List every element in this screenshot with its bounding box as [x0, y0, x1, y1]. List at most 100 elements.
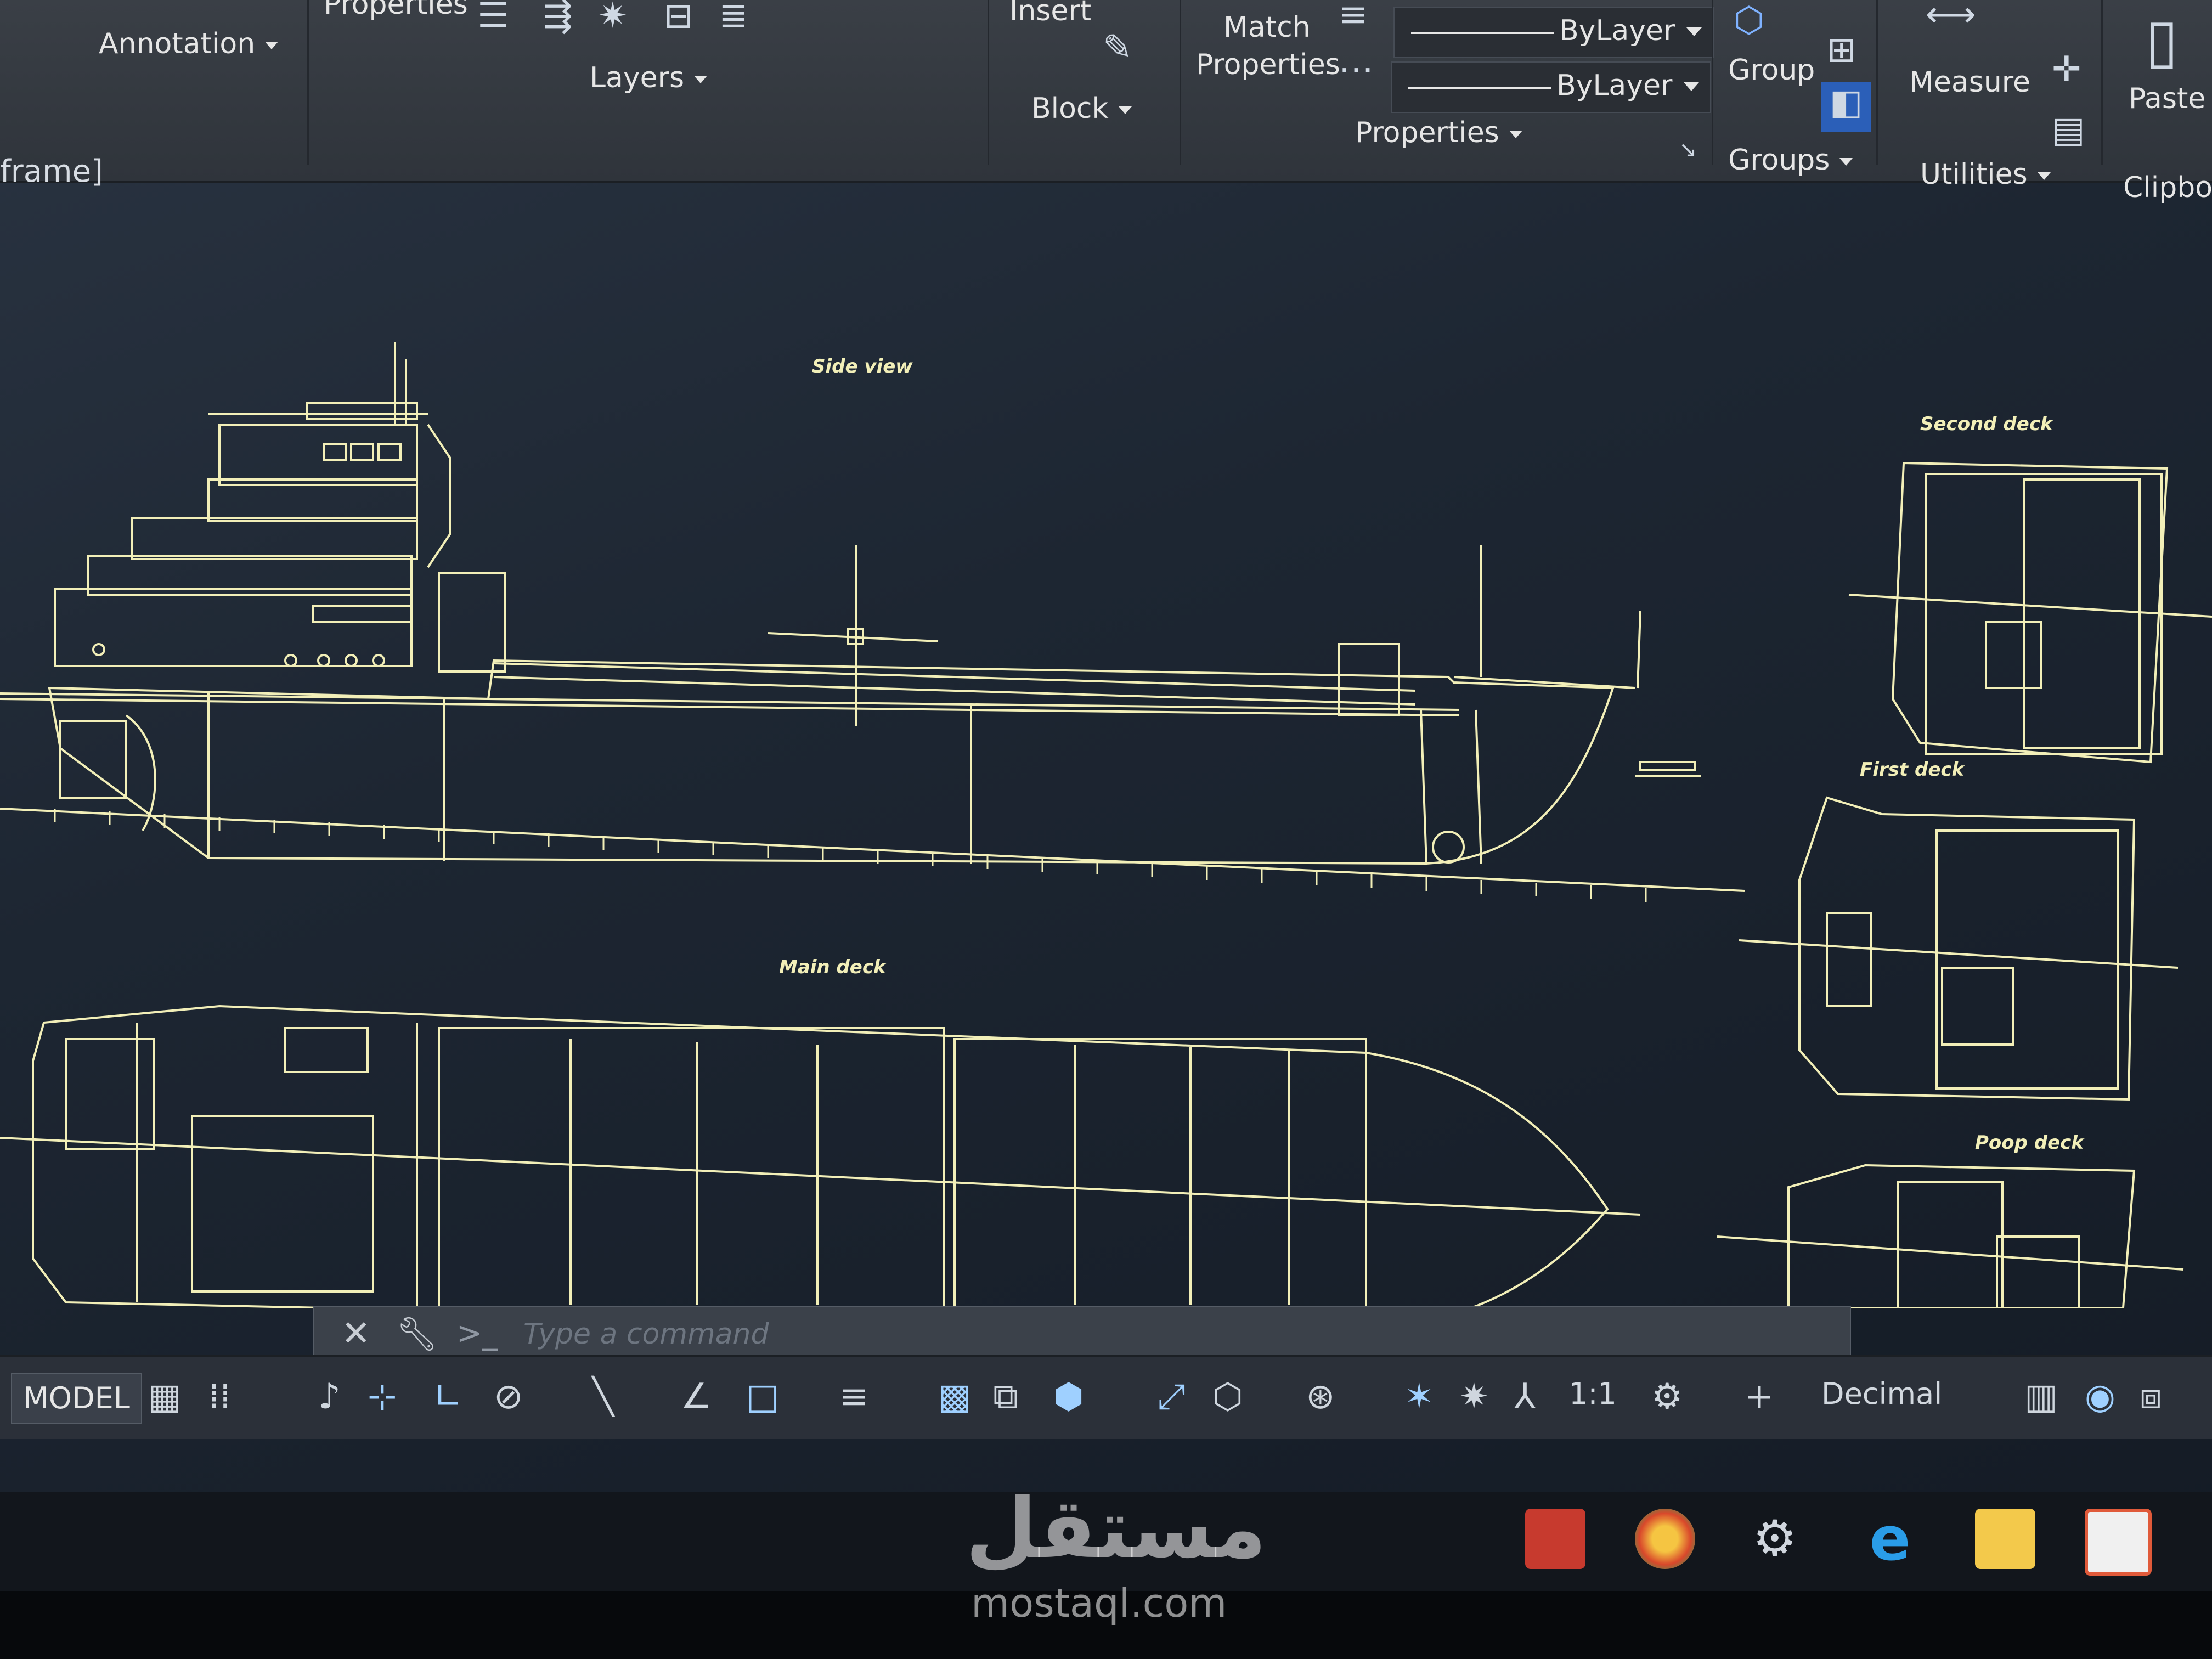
object-snap-tracking-icon[interactable]: ∠ [680, 1376, 712, 1417]
dynamic-input-icon[interactable]: ⊹ [368, 1376, 397, 1417]
layers-label: Layers [590, 61, 685, 94]
chevron-down-icon [1839, 158, 1853, 166]
dynamic-ucs-icon[interactable]: ⤢ [1158, 1376, 1186, 1417]
layer-properties-button[interactable]: Properties [324, 0, 468, 21]
linetype-preview [1411, 32, 1554, 34]
panel-divider [988, 0, 989, 165]
properties-label: Properties [1355, 116, 1499, 149]
annotation-visibility-icon[interactable]: ✶ [1404, 1376, 1434, 1417]
block-edit-icon[interactable]: ✎ [1103, 27, 1132, 68]
paste-button[interactable]: Paste [2129, 82, 2205, 115]
group-edit-icon[interactable]: ⊞ [1827, 30, 1857, 70]
selection-cycling-icon[interactable]: ⧉ [993, 1376, 1018, 1417]
auto-scale-icon[interactable]: ✷ [1459, 1376, 1489, 1417]
poop-deck-drawing [1717, 1164, 2184, 1308]
drawing-canvas[interactable]: Side view Second deck First deck Main de… [0, 183, 2212, 1308]
gear-icon[interactable]: ⚙ [1651, 1376, 1683, 1417]
point-id-icon[interactable]: ✛ [2052, 49, 2081, 90]
lineweight-value: ByLayer [1556, 69, 1673, 102]
side-view-drawing [0, 342, 1745, 892]
file-explorer-icon[interactable] [1975, 1509, 2035, 1569]
main-deck-title: Main deck [779, 956, 887, 978]
watermark-arabic: مستقل [966, 1481, 1267, 1577]
wrench-icon[interactable]: 🔧︎ [396, 1314, 438, 1353]
polar-tracking-icon[interactable]: ⊘ [494, 1376, 523, 1417]
measure-icon[interactable]: ⟷ [1926, 0, 1976, 35]
units-dropdown[interactable]: Decimal [1821, 1376, 1942, 1411]
autocad-window: Annotation Properties ☰ ⇶ ✷ ⊟ ≣ Layers I… [0, 0, 2212, 1591]
measure-button[interactable]: Measure [1909, 66, 2030, 99]
edge-browser-icon[interactable]: e [1860, 1509, 1920, 1569]
watermark-url: mostaql.com [971, 1580, 1227, 1626]
annotation-label: Annotation [99, 27, 256, 60]
groups-panel-title[interactable]: Groups [1728, 144, 1853, 177]
group-select-icon[interactable]: ◧ [1821, 82, 1871, 132]
paste-icon[interactable]: ▯ [2145, 5, 2179, 76]
insert-button[interactable]: Insert [1009, 0, 1091, 27]
annotation-panel-title[interactable]: Annotation [99, 27, 279, 60]
3d-osnap-icon[interactable]: ⬢ [1053, 1376, 1084, 1417]
ribbon: Annotation Properties ☰ ⇶ ✷ ⊟ ≣ Layers I… [0, 0, 2212, 204]
match-properties-line2[interactable]: Properties [1196, 48, 1340, 81]
layers-panel-title[interactable]: Layers [590, 61, 708, 94]
second-deck-title: Second deck [1920, 413, 2054, 435]
quick-properties-icon[interactable]: ▥ [2024, 1376, 2057, 1417]
close-icon[interactable]: ✕ [341, 1313, 371, 1354]
isolate-objects-icon[interactable]: ◉ [2085, 1376, 2115, 1417]
app-quick-icon[interactable] [2085, 1509, 2152, 1576]
command-line: ✕ 🔧︎ >_ [313, 1306, 1851, 1363]
group-icon[interactable]: ⬡ [1734, 0, 1764, 41]
linetype-dropdown[interactable]: ByLayer [1393, 7, 1714, 58]
command-prompt-icon[interactable]: >_ [456, 1316, 498, 1351]
selection-filter-icon[interactable]: ⬡ [1212, 1376, 1243, 1417]
infer-constraints-icon[interactable]: ♪ [318, 1376, 341, 1417]
autocad-app-icon[interactable] [1525, 1509, 1585, 1569]
snap-icon[interactable]: ⁞⁞ [208, 1376, 231, 1417]
groups-label: Groups [1728, 144, 1830, 177]
insert-label: Insert [1009, 0, 1092, 27]
panel-divider [2101, 0, 2103, 165]
add-icon[interactable]: + [1745, 1376, 1774, 1417]
panel-divider [1876, 0, 1878, 165]
transparency-icon[interactable]: ▩ [938, 1376, 971, 1417]
first-deck-title: First deck [1860, 759, 1966, 781]
layer-match-icon[interactable]: ⇶ [543, 0, 573, 36]
layer-lock-icon[interactable]: ⊟ [664, 0, 693, 36]
lineweight-icon[interactable]: ≡ [1339, 0, 1368, 35]
layer-state-icon[interactable]: ☰ [477, 0, 509, 36]
panel-launcher-icon[interactable]: ↘ [1679, 137, 1697, 162]
second-deck-drawing [1848, 461, 2212, 764]
isodraft-icon[interactable]: ╲ [592, 1376, 614, 1417]
side-view-title: Side view [812, 356, 913, 377]
ortho-icon[interactable]: ∟ [433, 1376, 463, 1417]
chevron-down-icon [1118, 106, 1132, 114]
lineweight-dropdown[interactable]: ByLayer [1391, 61, 1711, 113]
lineweight-toggle-icon[interactable]: ≡ [839, 1376, 869, 1417]
gizmo-icon[interactable]: ⊛ [1306, 1376, 1335, 1417]
command-input[interactable] [522, 1316, 1786, 1353]
match-properties-line1[interactable]: Match [1223, 11, 1311, 44]
quick-calc-icon[interactable]: ▤ [2052, 110, 2085, 150]
grid-icon[interactable]: ▦ [148, 1376, 181, 1417]
panel-divider [1180, 0, 1181, 165]
settings-gear-icon[interactable]: ⚙ [1745, 1509, 1805, 1569]
panel-divider [1712, 0, 1713, 165]
model-space-button[interactable]: MODEL [11, 1373, 142, 1424]
chevron-down-icon [1686, 27, 1702, 36]
layer-freeze-icon[interactable]: ✷ [598, 0, 628, 36]
annotation-scale-value[interactable]: 1:1 [1569, 1376, 1617, 1411]
object-snap-icon[interactable]: □ [746, 1376, 779, 1417]
layer-properties-label: Properties [324, 0, 468, 21]
chrome-app-icon[interactable] [1635, 1509, 1695, 1569]
linetype-icon[interactable]: ⋯ [1339, 49, 1374, 90]
hardware-acceleration-icon[interactable]: ⧈ [2140, 1376, 2162, 1417]
lineweight-preview [1408, 87, 1551, 89]
layer-stack-icon[interactable]: ≣ [719, 0, 748, 36]
group-button[interactable]: Group [1728, 54, 1815, 87]
block-panel-title[interactable]: Block [1031, 92, 1132, 125]
properties-panel-title[interactable]: Properties [1355, 116, 1522, 149]
panel-divider [307, 0, 309, 165]
poop-deck-title: Poop deck [1975, 1132, 2085, 1154]
chevron-down-icon [1509, 131, 1522, 138]
annotation-scale-icon[interactable]: ⅄ [1514, 1376, 1536, 1417]
